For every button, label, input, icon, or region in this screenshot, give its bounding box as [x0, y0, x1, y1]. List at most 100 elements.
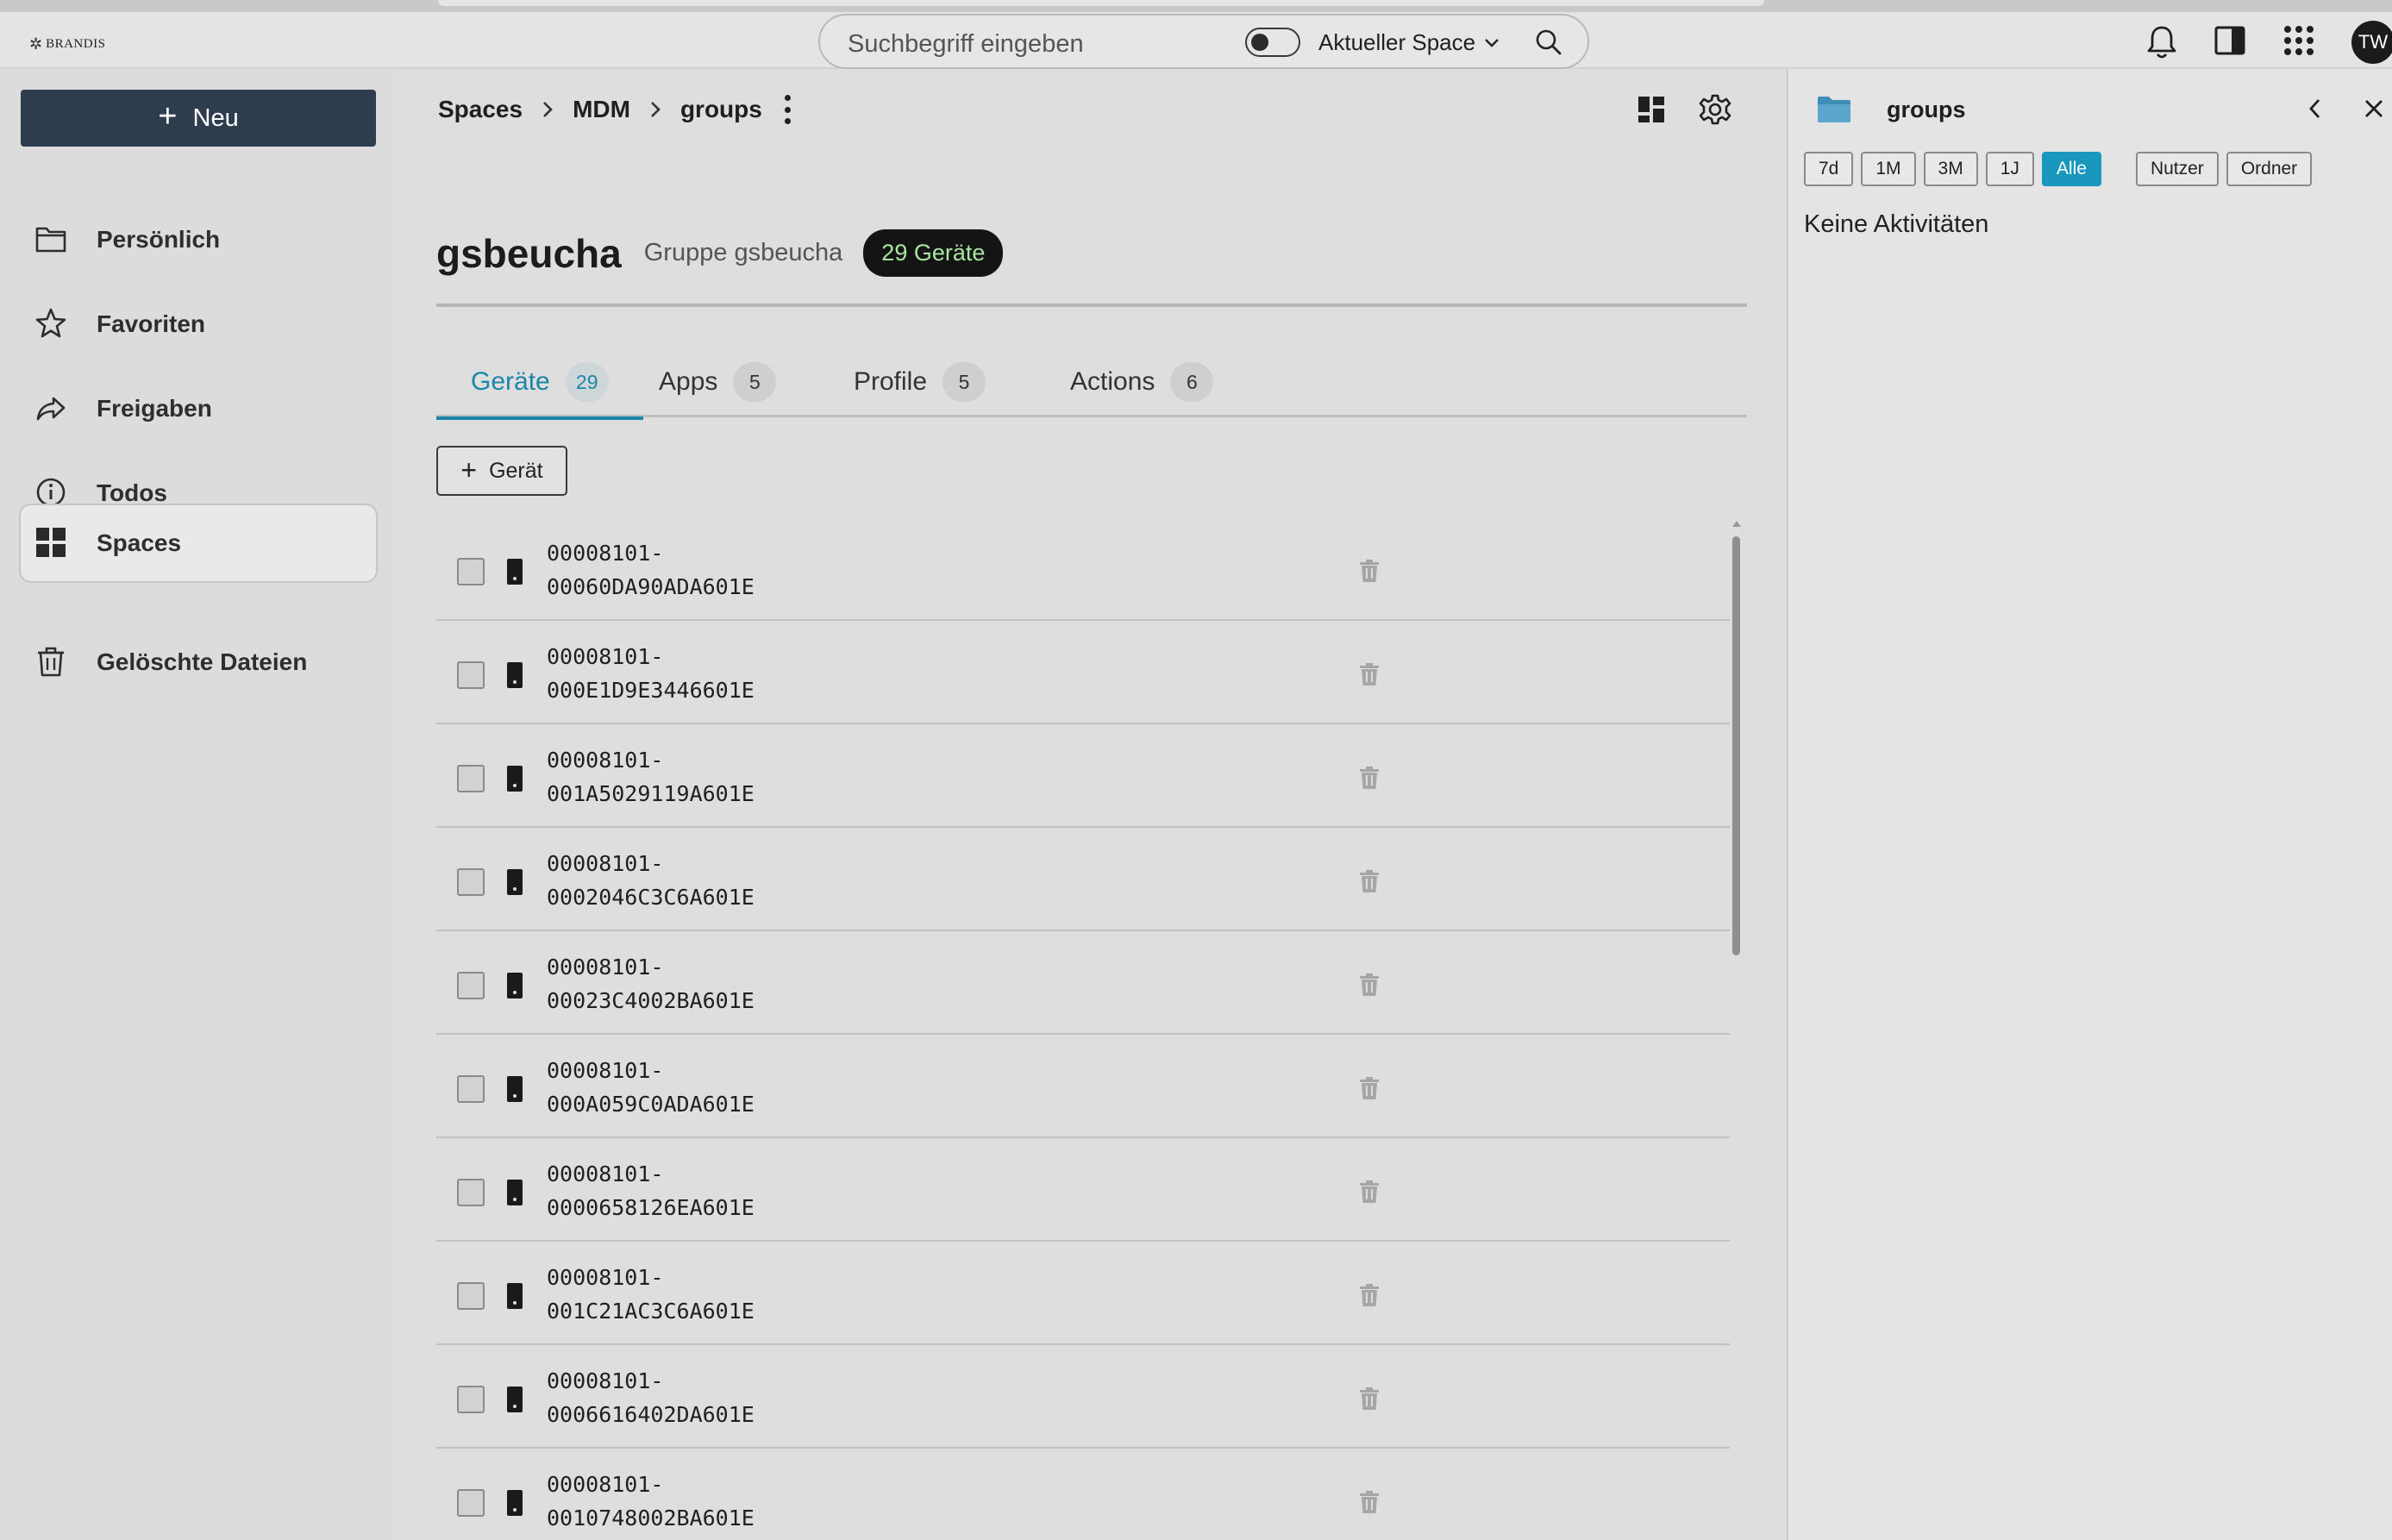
sidebar-item-spaces[interactable]: Spaces [19, 504, 378, 583]
device-name[interactable]: 00008101- 0000658126EA601E [547, 1157, 755, 1224]
device-name[interactable]: 00008101- 00023C4002BA601E [547, 950, 755, 1017]
filter-nutzer[interactable]: Nutzer [2135, 152, 2219, 186]
filter-7d[interactable]: 7d [1804, 152, 1854, 186]
row-checkbox[interactable] [457, 1489, 485, 1517]
scope-dropdown[interactable]: Aktueller Space [1318, 29, 1500, 56]
row-checkbox[interactable] [457, 558, 485, 585]
tab-label: Apps [659, 367, 718, 396]
breadcrumb-groups[interactable]: groups [680, 96, 762, 123]
device-name[interactable]: 00008101- 000E1D9E3446601E [547, 640, 755, 707]
filter-1m[interactable]: 1M [1861, 152, 1916, 186]
device-name[interactable]: 00008101- 00060DA90ADA601E [547, 536, 755, 604]
delete-icon[interactable] [1359, 1490, 1380, 1514]
apps-grid-icon[interactable] [2283, 25, 2314, 56]
trash-icon [38, 647, 64, 677]
delete-icon[interactable] [1359, 869, 1380, 893]
logo-mark-icon: ✲ [29, 35, 43, 53]
sidebar-item-freigaben[interactable]: Freigaben [19, 369, 378, 448]
delete-icon[interactable] [1359, 973, 1380, 997]
delete-icon[interactable] [1359, 1076, 1380, 1100]
filter-ordner[interactable]: Ordner [2226, 152, 2313, 186]
plus-icon: + [460, 454, 478, 485]
device-name-line2: 000E1D9E3446601E [547, 678, 755, 703]
chevron-left-icon[interactable] [2306, 97, 2325, 120]
device-name[interactable]: 00008101- 001A5029119A601E [547, 743, 755, 811]
sidebar-item-geloeschte-dateien[interactable]: Gelöschte Dateien [19, 623, 378, 702]
search-scope-toggle[interactable] [1245, 28, 1300, 57]
device-name[interactable]: 00008101- 0002046C3C6A601E [547, 847, 755, 914]
scrollbar-thumb[interactable] [1732, 536, 1740, 955]
device-icon [507, 766, 523, 792]
tab-profile[interactable]: Profile 5 [854, 354, 986, 417]
panel-title: groups [1887, 97, 1966, 122]
dashboard-layout-icon[interactable] [1637, 95, 1666, 124]
breadcrumb-spaces[interactable]: Spaces [438, 96, 523, 123]
table-row[interactable]: 00008101- 0006616402DA601E [436, 1345, 1730, 1449]
activity-panel: groups 7d 1M 3M 1J Alle Nutzer Ordner Ke… [1787, 69, 2392, 1540]
row-checkbox[interactable] [457, 661, 485, 689]
user-avatar[interactable]: TW [2351, 21, 2392, 64]
delete-icon[interactable] [1359, 1283, 1380, 1307]
table-row[interactable]: 00008101- 001A5029119A601E [436, 724, 1730, 828]
close-icon[interactable] [2363, 97, 2385, 120]
filter-1j[interactable]: 1J [1985, 152, 2034, 186]
new-button[interactable]: + Neu [21, 90, 376, 147]
row-checkbox[interactable] [457, 765, 485, 792]
scroll-up-arrow-icon[interactable] [1732, 521, 1741, 527]
grid-icon [36, 528, 66, 557]
delete-icon[interactable] [1359, 1387, 1380, 1411]
row-checkbox[interactable] [457, 1075, 485, 1103]
device-name-line2: 0010748002BA601E [547, 1506, 755, 1531]
tab-label: Actions [1070, 367, 1155, 396]
table-row[interactable]: 00008101- 000A059C0ADA601E [436, 1035, 1730, 1138]
bell-icon[interactable] [2145, 24, 2179, 60]
tab-apps[interactable]: Apps 5 [659, 354, 777, 417]
delete-icon[interactable] [1359, 559, 1380, 583]
filter-alle[interactable]: Alle [2041, 152, 2101, 186]
table-row[interactable]: 00008101- 00023C4002BA601E [436, 931, 1730, 1035]
table-row[interactable]: 00008101- 00060DA90ADA601E [436, 517, 1730, 621]
delete-icon[interactable] [1359, 662, 1380, 686]
row-checkbox[interactable] [457, 972, 485, 999]
add-device-button[interactable]: + Gerät [436, 446, 567, 496]
row-checkbox[interactable] [457, 1179, 485, 1206]
device-icon [507, 559, 523, 585]
tab-geraete[interactable]: Geräte 29 [436, 354, 643, 420]
sidebar-item-favoriten[interactable]: Favoriten [19, 285, 378, 364]
sidebar-item-label: Gelöschte Dateien [97, 648, 308, 675]
device-name[interactable]: 00008101- 001C21AC3C6A601E [547, 1261, 755, 1328]
global-search[interactable]: Suchbegriff eingeben Aktueller Space [818, 14, 1589, 69]
tab-actions[interactable]: Actions 6 [1070, 354, 1214, 417]
add-device-label: Gerät [489, 458, 543, 483]
device-name[interactable]: 00008101- 0006616402DA601E [547, 1364, 755, 1431]
app-logo[interactable]: ✲ BRANDIS [29, 33, 105, 55]
breadcrumb: Spaces MDM groups [438, 95, 792, 124]
table-row[interactable]: 00008101- 0002046C3C6A601E [436, 828, 1730, 931]
delete-icon[interactable] [1359, 1180, 1380, 1204]
sidebar: + Neu Persönlich Favoriten Freigaben Tod… [0, 69, 397, 1540]
header-divider [436, 304, 1747, 307]
search-placeholder[interactable]: Suchbegriff eingeben [848, 30, 1084, 59]
scope-label: Aktueller Space [1318, 29, 1476, 55]
device-list-scrollbar[interactable] [1730, 517, 1742, 1540]
row-checkbox[interactable] [457, 1386, 485, 1413]
more-options-icon[interactable] [784, 95, 792, 124]
device-name[interactable]: 00008101- 000A059C0ADA601E [547, 1054, 755, 1121]
empty-state-text: Keine Aktivitäten [1804, 210, 1989, 238]
device-name-line2: 001C21AC3C6A601E [547, 1299, 755, 1324]
filter-3m[interactable]: 3M [1923, 152, 1978, 186]
row-checkbox[interactable] [457, 868, 485, 896]
side-panel-icon[interactable] [2214, 25, 2246, 56]
gear-icon[interactable] [1699, 93, 1731, 126]
row-checkbox[interactable] [457, 1282, 485, 1310]
table-row[interactable]: 00008101- 0010748002BA601E [436, 1449, 1730, 1540]
sidebar-item-persoenlich[interactable]: Persönlich [19, 200, 378, 279]
tab-count: 6 [1170, 362, 1214, 402]
device-name[interactable]: 00008101- 0010748002BA601E [547, 1468, 755, 1535]
table-row[interactable]: 00008101- 000E1D9E3446601E [436, 621, 1730, 724]
table-row[interactable]: 00008101- 0000658126EA601E [436, 1138, 1730, 1242]
delete-icon[interactable] [1359, 766, 1380, 790]
table-row[interactable]: 00008101- 001C21AC3C6A601E [436, 1242, 1730, 1345]
breadcrumb-mdm[interactable]: MDM [573, 96, 630, 123]
search-icon[interactable] [1534, 28, 1563, 57]
